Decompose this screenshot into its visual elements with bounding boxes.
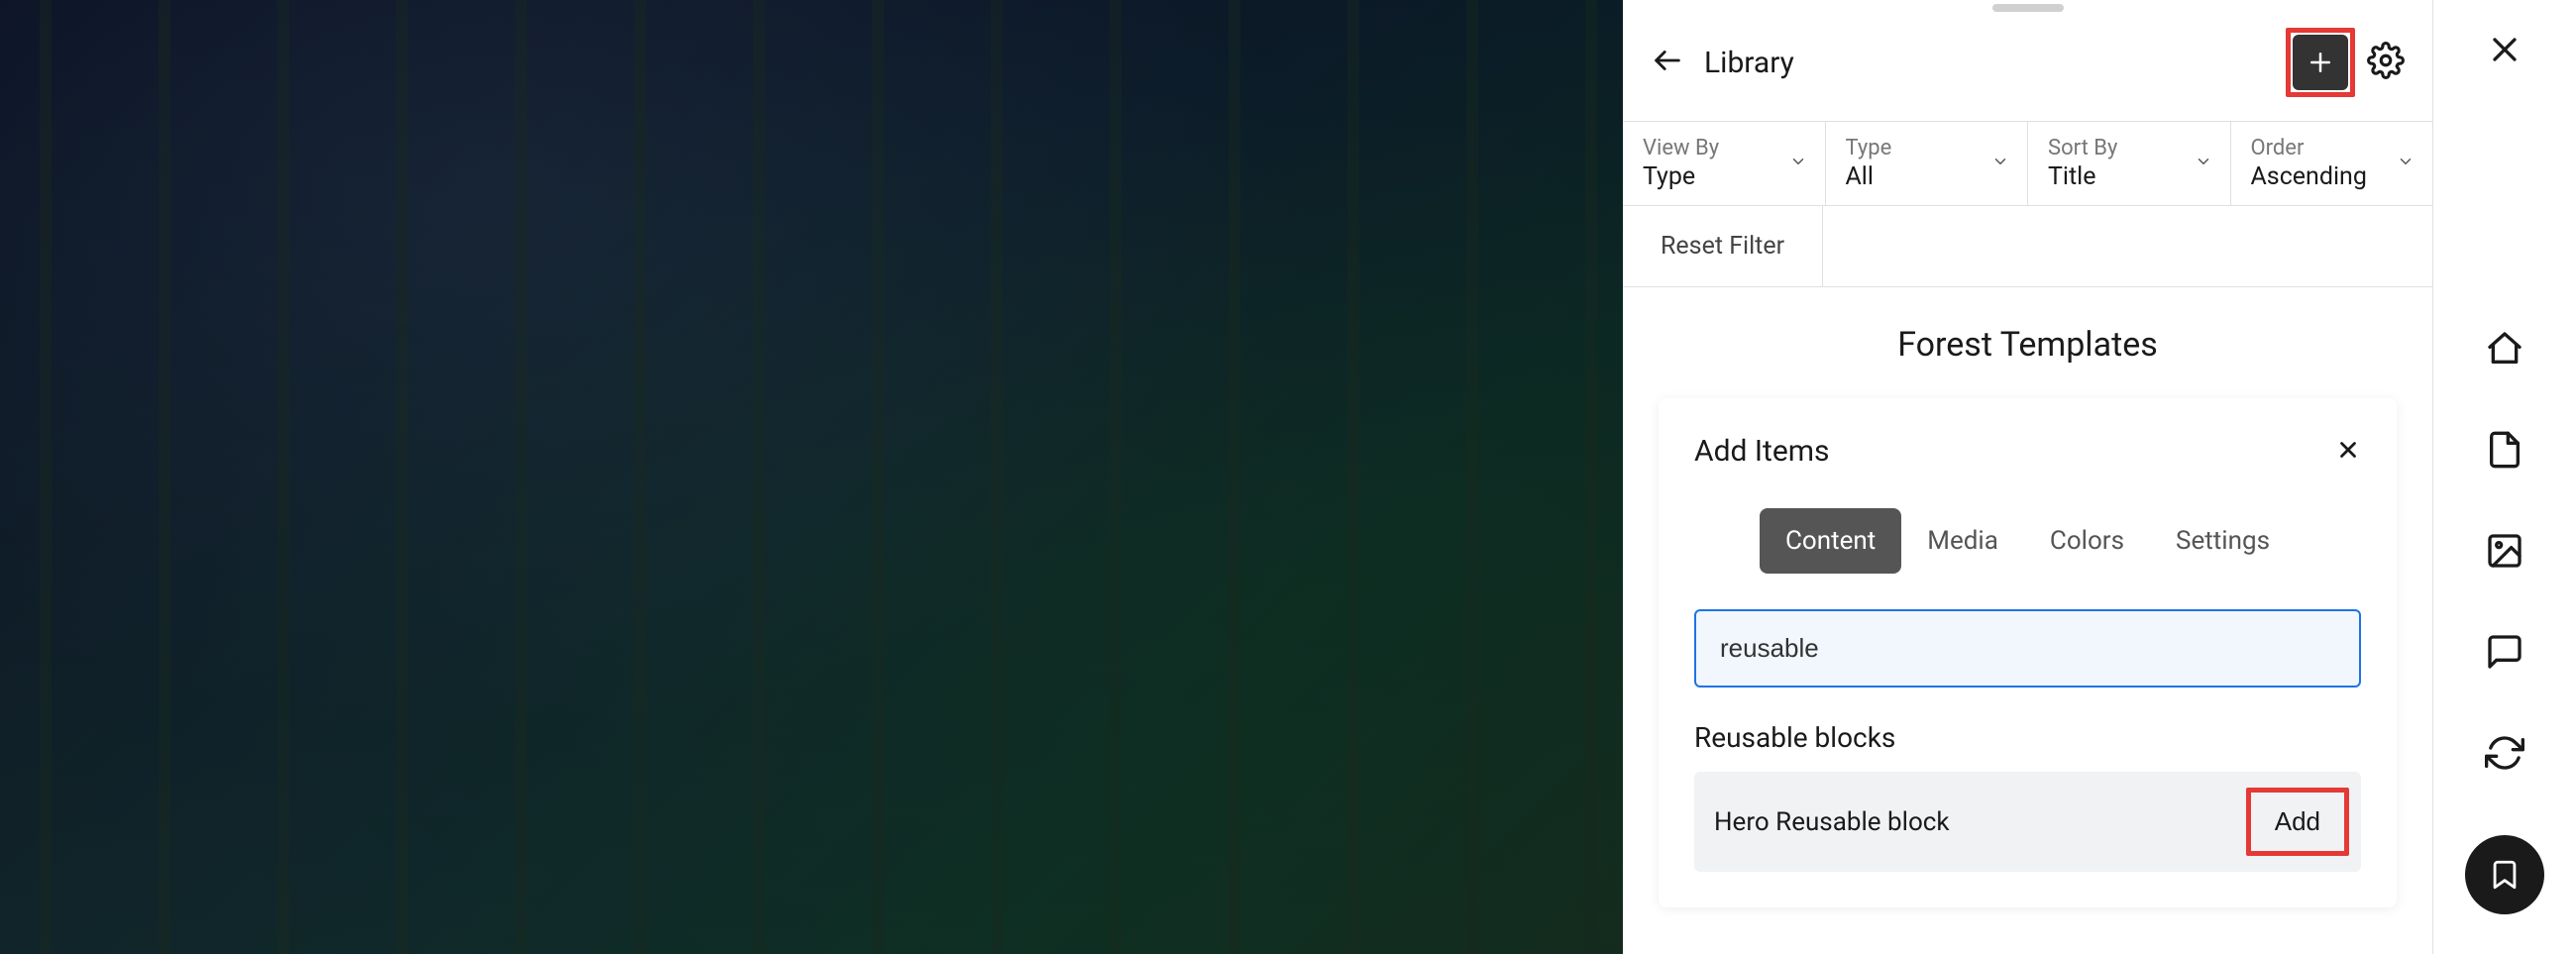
section-title: Forest Templates <box>1623 287 2432 390</box>
right-rail <box>2433 0 2576 954</box>
rail-pages[interactable] <box>2485 430 2524 474</box>
add-result-highlight: Add <box>2246 788 2349 856</box>
back-arrow-icon <box>1651 44 1684 77</box>
filter-view-by[interactable]: View By Type <box>1623 122 1826 205</box>
chevron-down-icon <box>1789 153 1807 174</box>
result-row: Hero Reusable block Add <box>1694 772 2361 872</box>
add-button[interactable] <box>2293 35 2348 90</box>
search-input[interactable] <box>1694 609 2361 688</box>
page-icon <box>2485 430 2524 470</box>
add-items-title: Add Items <box>1694 434 1830 469</box>
results-group-title: Reusable blocks <box>1694 721 2361 754</box>
close-add-items-button[interactable] <box>2335 437 2361 467</box>
bookmark-icon <box>2488 858 2522 892</box>
rail-home[interactable] <box>2485 329 2524 372</box>
reset-row: Reset Filter <box>1623 206 2432 287</box>
home-icon <box>2485 329 2524 369</box>
back-button[interactable] <box>1651 44 1684 81</box>
filter-label: Type <box>1846 136 2008 160</box>
filter-value: Title <box>2048 162 2210 191</box>
gear-icon <box>2367 42 2405 79</box>
add-result-button[interactable]: Add <box>2253 795 2342 849</box>
chevron-down-icon <box>2397 153 2415 174</box>
add-button-highlight <box>2286 28 2355 97</box>
close-icon <box>2335 437 2361 463</box>
sync-icon <box>2485 733 2524 773</box>
close-panel-button[interactable] <box>2485 30 2524 73</box>
plus-icon <box>2306 48 2335 77</box>
comment-icon <box>2485 632 2524 672</box>
add-items-card: Add Items Content Media Colors Settings … <box>1659 398 2397 907</box>
filter-bar: View By Type Type All Sort By Title Orde… <box>1623 121 2432 206</box>
filter-label: View By <box>1643 136 1805 160</box>
add-items-tabs: Content Media Colors Settings <box>1694 508 2361 574</box>
chevron-down-icon <box>2195 153 2212 174</box>
tab-colors[interactable]: Colors <box>2024 508 2150 574</box>
filter-order[interactable]: Order Ascending <box>2231 122 2433 205</box>
tab-content[interactable]: Content <box>1760 508 1901 574</box>
filter-value: All <box>1846 162 2008 191</box>
filter-type[interactable]: Type All <box>1826 122 2029 205</box>
rail-comments[interactable] <box>2485 632 2524 676</box>
rail-sync[interactable] <box>2485 733 2524 777</box>
filter-value: Type <box>1643 162 1805 191</box>
settings-button[interactable] <box>2367 42 2405 83</box>
tab-settings[interactable]: Settings <box>2150 508 2296 574</box>
tab-media[interactable]: Media <box>1901 508 2024 574</box>
rail-media[interactable] <box>2485 531 2524 575</box>
filter-label: Order <box>2251 136 2414 160</box>
close-icon <box>2485 30 2524 69</box>
canvas-preview <box>0 0 1623 954</box>
filter-value: Ascending <box>2251 162 2414 191</box>
chevron-down-icon <box>1991 153 2009 174</box>
result-name: Hero Reusable block <box>1714 807 1950 837</box>
drag-handle[interactable] <box>1992 4 2064 12</box>
library-panel: Library View By Type Type All Sort By Ti… <box>1623 0 2433 954</box>
reset-filter-button[interactable]: Reset Filter <box>1623 206 1823 286</box>
library-fab[interactable] <box>2465 835 2544 914</box>
filter-label: Sort By <box>2048 136 2210 160</box>
panel-title: Library <box>1704 46 1794 80</box>
panel-header: Library <box>1623 0 2432 121</box>
filter-sort-by[interactable]: Sort By Title <box>2028 122 2231 205</box>
image-icon <box>2485 531 2524 571</box>
